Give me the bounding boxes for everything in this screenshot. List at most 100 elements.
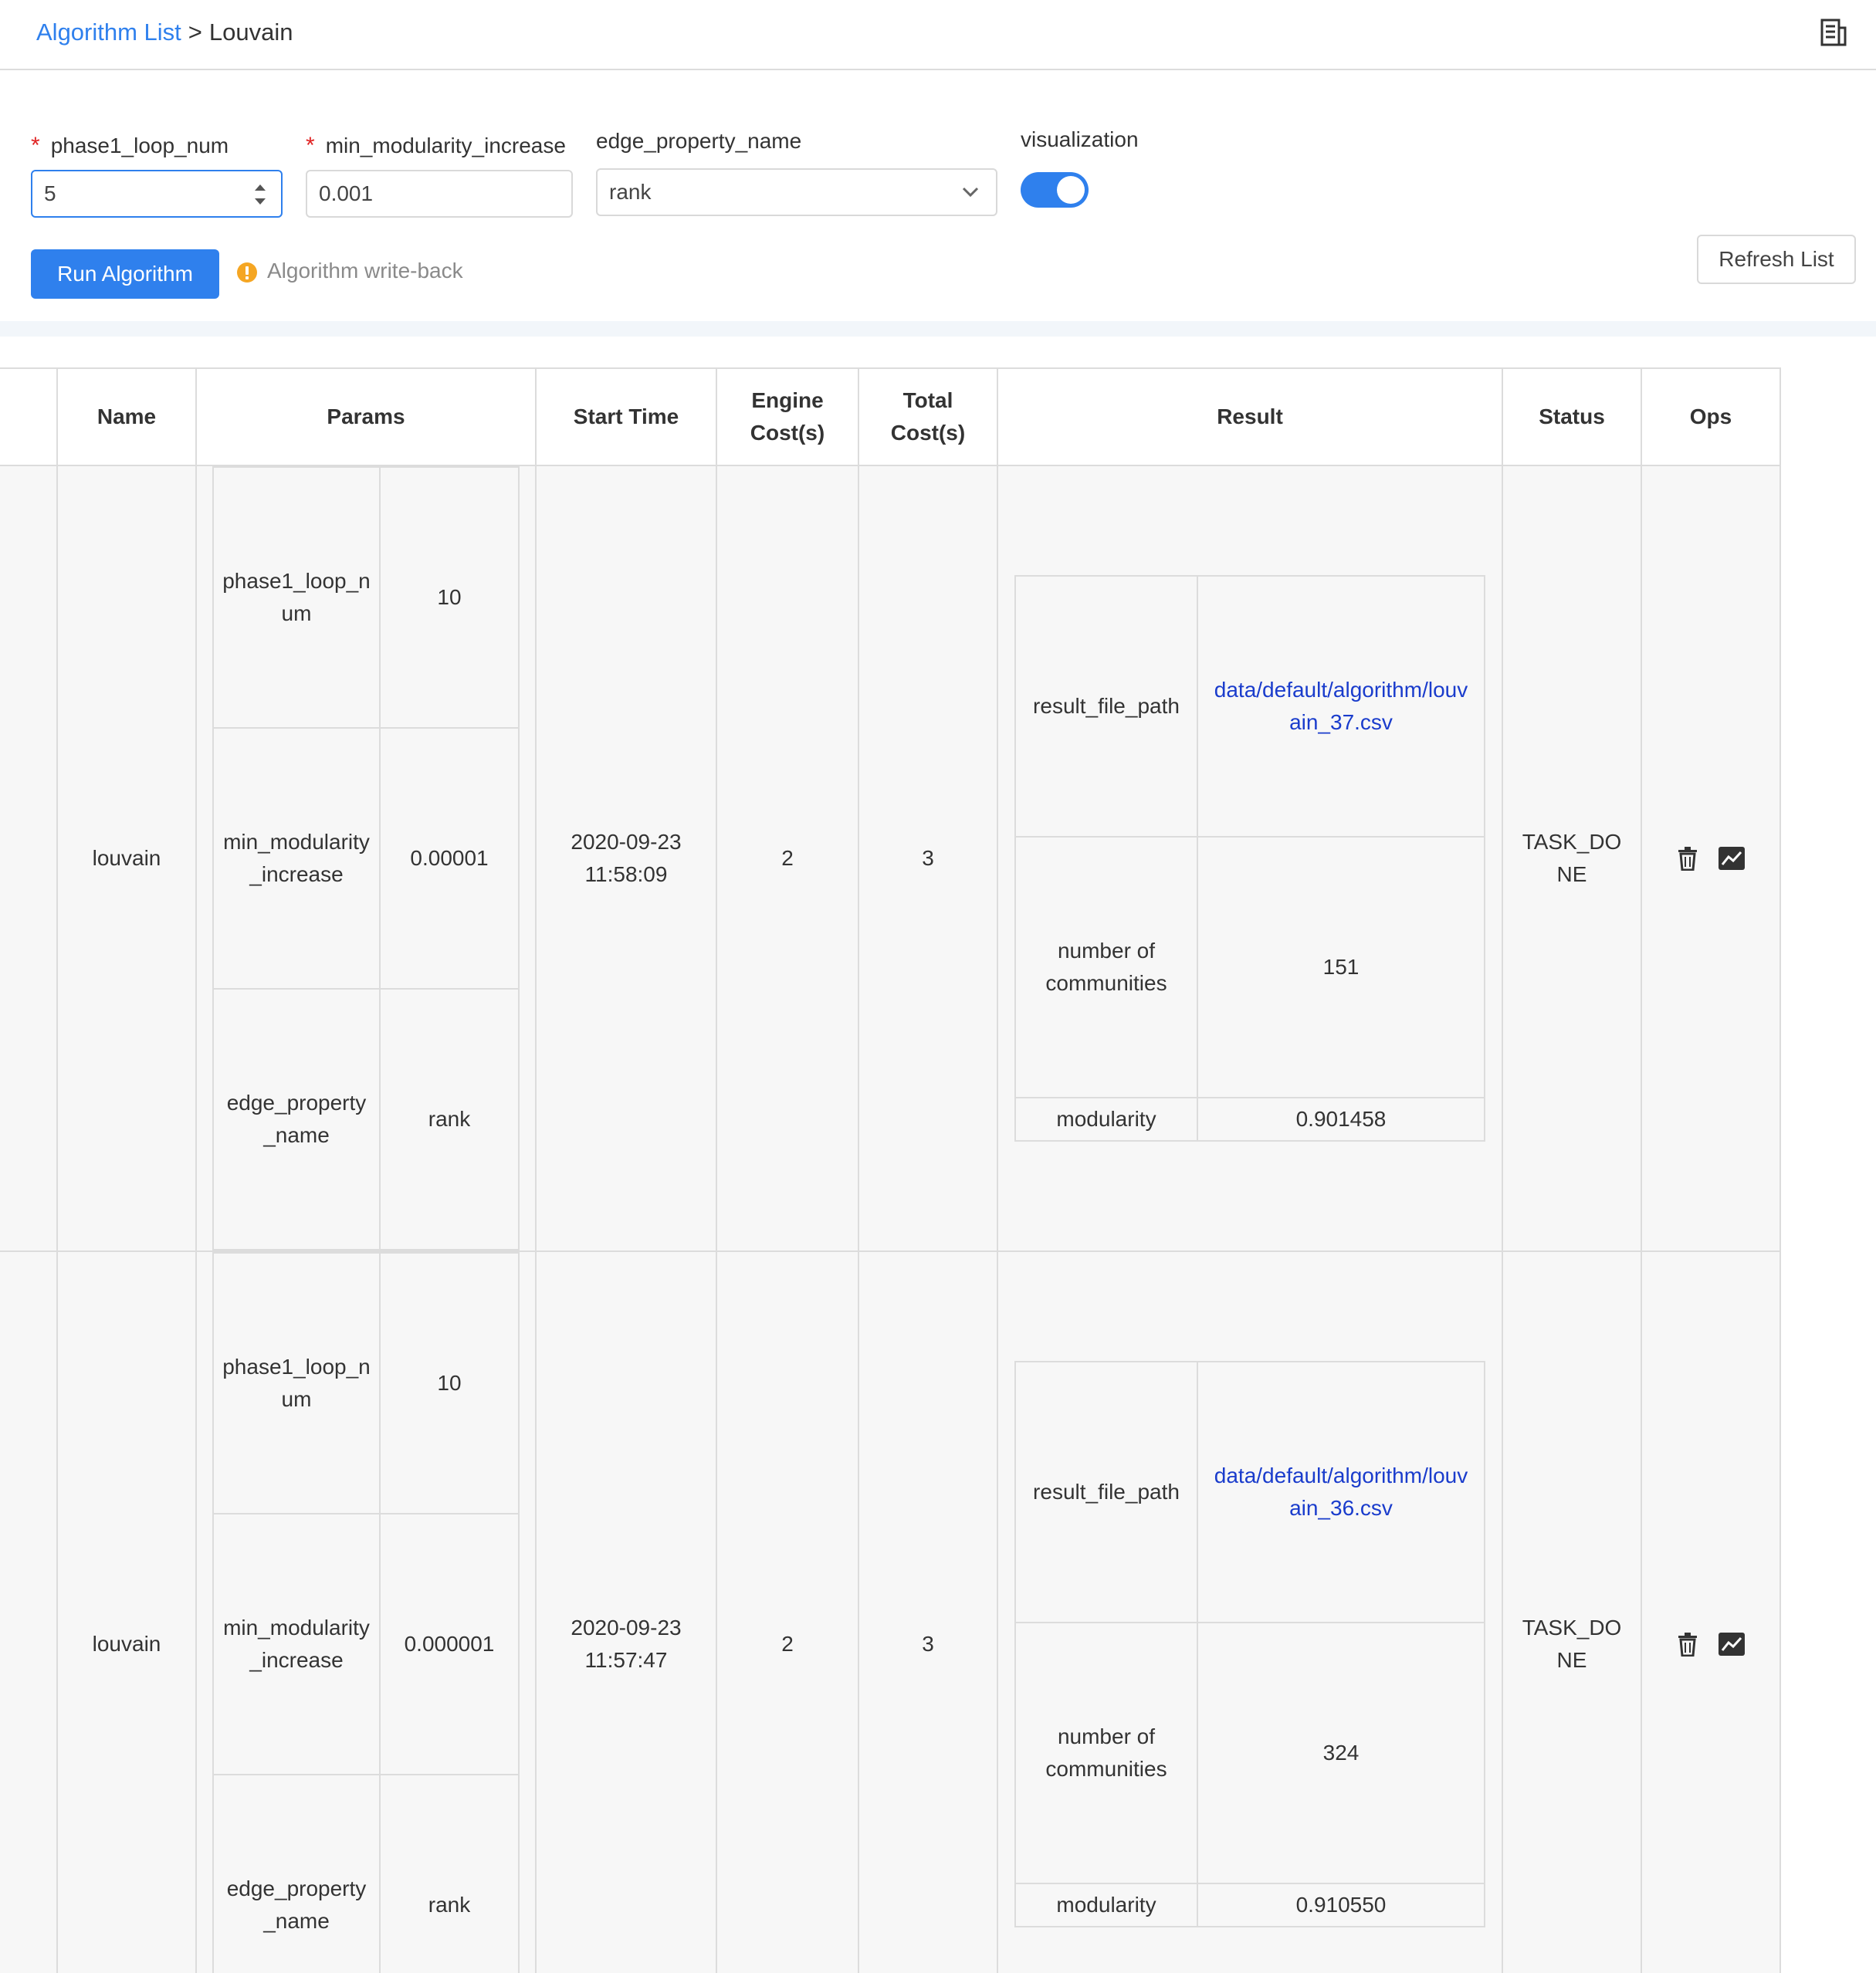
table-header-row: Name Params Start Time Engine Cost(s) Tot… [0,367,1781,466]
param-row: phase1_loop_n um 10 [212,466,520,729]
edge-property-name-select[interactable]: rank [596,168,997,216]
param-value: rank [379,988,520,1250]
start-time-cell: 2020-09-23 11:58:09 [535,465,717,1252]
phase1-loop-num-value: 5 [44,181,56,205]
param-row: edge_property _name rank [212,988,520,1250]
param-row: phase1_loop_n um 10 [212,1252,520,1514]
column-header-start-time: Start Time [535,367,717,466]
ops-group [1642,1632,1779,1657]
min-modularity-increase-label: * min_modularity_increase [306,133,566,158]
param-value: 10 [379,466,520,729]
algorithm-writeback-text: Algorithm write-back [267,259,463,283]
result-value: 0.910550 [1197,1883,1485,1927]
ops-cell [1641,1250,1781,1973]
params-table: phase1_loop_n um 10 min_modularity _increa… [212,466,520,1250]
result-key: result_file_path [1014,575,1198,838]
required-mark: * [31,133,40,158]
param-value: 0.000001 [379,1513,520,1775]
trash-icon[interactable] [1676,1632,1699,1657]
result-row: modularity 0.910550 [1014,1883,1485,1927]
document-icon[interactable] [1820,19,1847,46]
result-row: number of communities 324 [1014,1622,1485,1884]
result-value: 324 [1197,1622,1485,1884]
start-time-cell: 2020-09-23 11:57:47 [535,1250,717,1973]
min-modularity-increase-value: 0.001 [319,181,374,205]
param-key: phase1_loop_n um [212,1252,381,1514]
results-table: Name Params Start Time Engine Cost(s) Tot… [0,367,1781,1973]
toggle-knob [1057,176,1085,204]
column-header-status: Status [1502,367,1642,466]
param-key: phase1_loop_n um [212,466,381,729]
param-value: rank [379,1774,520,1973]
result-key: number of communities [1014,1622,1198,1884]
refresh-list-button[interactable]: Refresh List [1697,235,1856,284]
number-stepper-icon[interactable] [252,181,269,208]
breadcrumb-current: Louvain [208,19,293,46]
chart-icon[interactable] [1718,846,1746,871]
breadcrumb: Algorithm List > Louvain [36,17,293,48]
param-row: min_modularity _increase 0.00001 [212,727,520,990]
edge-property-name-label: edge_property_name [596,129,802,153]
ops-cell [1641,465,1781,1252]
page-header: Algorithm List > Louvain [0,0,1876,70]
edge-property-name-value: rank [609,180,652,204]
result-key: number of communities [1014,836,1198,1098]
column-header-total-cost: Total Cost(s) [858,367,998,466]
result-row: number of communities 151 [1014,836,1485,1098]
result-table: result_file_path data/default/algorithm/… [1014,575,1485,1142]
result-value: 0.901458 [1197,1097,1485,1142]
column-header-result: Result [997,367,1503,466]
column-header-ops: Ops [1641,367,1781,466]
required-mark: * [306,133,315,158]
params-table: phase1_loop_n um 10 min_modularity _increa… [212,1252,520,1973]
phase1-loop-num-label: * phase1_loop_num [31,133,229,158]
engine-cost-cell: 2 [716,465,859,1252]
param-key: edge_property _name [212,988,381,1250]
column-header-params: Params [195,367,537,466]
engine-cost-cell: 2 [716,1250,859,1973]
result-file-link[interactable]: data/default/algorithm/louv ain_36.csv [1197,1361,1485,1623]
section-divider [0,321,1876,337]
result-row: result_file_path data/default/algorithm/… [1014,1361,1485,1623]
algorithm-form: * phase1_loop_num 5 * min_modularity_incre… [0,72,1876,321]
params-cell: phase1_loop_n um 10 min_modularity _increa… [195,1250,537,1973]
result-row: modularity 0.901458 [1014,1097,1485,1142]
total-cost-cell: 3 [858,465,998,1252]
chart-icon[interactable] [1718,1632,1746,1657]
total-cost-cell: 3 [858,1250,998,1973]
params-cell: phase1_loop_n um 10 min_modularity _increa… [195,465,537,1252]
result-cell: result_file_path data/default/algorithm/… [997,1250,1503,1973]
result-key: modularity [1014,1097,1198,1142]
param-value: 10 [379,1252,520,1514]
select-column-header [0,367,58,466]
column-header-engine-cost: Engine Cost(s) [716,367,859,466]
param-key: min_modularity _increase [212,727,381,990]
table-row: louvain phase1_loop_n um 10 min_modularit… [0,465,1781,1252]
warning-icon [237,262,257,283]
name-cell: louvain [56,1250,197,1973]
result-cell: result_file_path data/default/algorithm/… [997,465,1503,1252]
param-value: 0.00001 [379,727,520,990]
param-row: min_modularity _increase 0.000001 [212,1513,520,1775]
result-key: modularity [1014,1883,1198,1927]
select-cell [0,1250,58,1973]
param-row: edge_property _name rank [212,1774,520,1973]
breadcrumb-algorithm-list-link[interactable]: Algorithm List [36,19,181,46]
result-key: result_file_path [1014,1361,1198,1623]
status-cell: TASK_DO NE [1502,465,1642,1252]
result-value: 151 [1197,836,1485,1098]
param-key: edge_property _name [212,1774,381,1973]
phase1-loop-num-input[interactable]: 5 [31,170,283,218]
name-cell: louvain [56,465,197,1252]
run-algorithm-button[interactable]: Run Algorithm [31,249,219,299]
min-modularity-increase-input[interactable]: 0.001 [306,170,573,218]
table-row: louvain phase1_loop_n um 10 min_modularit… [0,1250,1781,1973]
result-file-link[interactable]: data/default/algorithm/louv ain_37.csv [1197,575,1485,838]
result-table: result_file_path data/default/algorithm/… [1014,1361,1485,1927]
visualization-toggle[interactable] [1021,172,1089,208]
status-cell: TASK_DO NE [1502,1250,1642,1973]
ops-group [1642,846,1779,871]
chevron-down-icon [962,187,979,198]
trash-icon[interactable] [1676,846,1699,871]
visualization-label: visualization [1021,127,1139,151]
